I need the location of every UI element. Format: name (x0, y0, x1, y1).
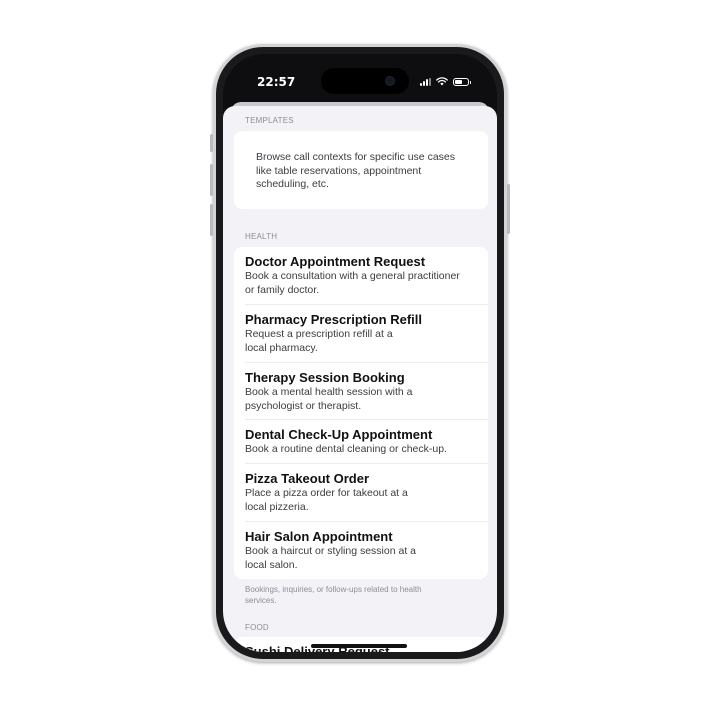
list-item-title: Dental Check-Up Appointment (245, 427, 433, 442)
list-item-pharmacy-refill[interactable]: Pharmacy Prescription Refill Request a p… (234, 305, 488, 363)
list-item-dental-checkup[interactable]: Dental Check-Up Appointment Book a routi… (234, 420, 488, 464)
volume-down-button (210, 204, 213, 236)
action-button (210, 134, 213, 152)
screen: 22:57 TEMPLATES Browse call contexts for… (223, 54, 497, 652)
volume-up-button (210, 164, 213, 196)
front-camera-icon (385, 76, 395, 86)
templates-info-card: Browse call contexts for specific use ca… (234, 131, 488, 209)
home-indicator[interactable] (311, 644, 407, 648)
wifi-icon (436, 77, 448, 86)
templates-description: Browse call contexts for specific use ca… (256, 151, 455, 190)
list-item-doctor-appointment[interactable]: Doctor Appointment Request Book a consul… (234, 247, 488, 305)
list-item-title: Doctor Appointment Request (245, 254, 426, 269)
food-section-header: FOOD (245, 623, 269, 632)
phone-bezel: 22:57 TEMPLATES Browse call contexts for… (216, 47, 504, 659)
list-item-title: Therapy Session Booking (245, 370, 405, 385)
list-item-subtitle: Place a pizza order for takeout at a loc… (245, 487, 408, 513)
health-section-header: HEALTH (245, 232, 278, 241)
templates-sheet[interactable]: TEMPLATES Browse call contexts for speci… (223, 106, 497, 652)
health-list-card: Doctor Appointment Request Book a consul… (234, 247, 488, 579)
list-item-pizza-takeout[interactable]: Pizza Takeout Order Place a pizza order … (234, 464, 488, 522)
dynamic-island (321, 68, 409, 94)
list-item-subtitle: Book a haircut or styling session at a l… (245, 545, 417, 571)
status-time: 22:57 (257, 75, 296, 89)
list-item-title: Hair Salon Appointment (245, 529, 393, 544)
power-button (507, 184, 510, 234)
templates-section-header: TEMPLATES (245, 116, 294, 125)
cellular-signal-icon (420, 77, 431, 86)
list-item-hair-salon[interactable]: Hair Salon Appointment Book a haircut or… (234, 522, 488, 579)
list-item-subtitle: Book a routine dental cleaning or check-… (245, 443, 447, 455)
list-item-subtitle: Request a prescription refill at a local… (245, 328, 393, 354)
list-item-title: Pharmacy Prescription Refill (245, 312, 423, 327)
status-icons (420, 77, 471, 86)
health-section-footer: Bookings, inquiries, or follow-ups relat… (245, 585, 422, 605)
list-item-title: Pizza Takeout Order (245, 471, 370, 486)
list-item-subtitle: Book a mental health session with a psyc… (245, 386, 413, 412)
list-item-subtitle: Book a consultation with a general pract… (245, 270, 460, 296)
phone-frame: 22:57 TEMPLATES Browse call contexts for… (210, 44, 510, 662)
battery-icon (453, 77, 471, 86)
list-item-therapy-session[interactable]: Therapy Session Booking Book a mental he… (234, 363, 488, 420)
